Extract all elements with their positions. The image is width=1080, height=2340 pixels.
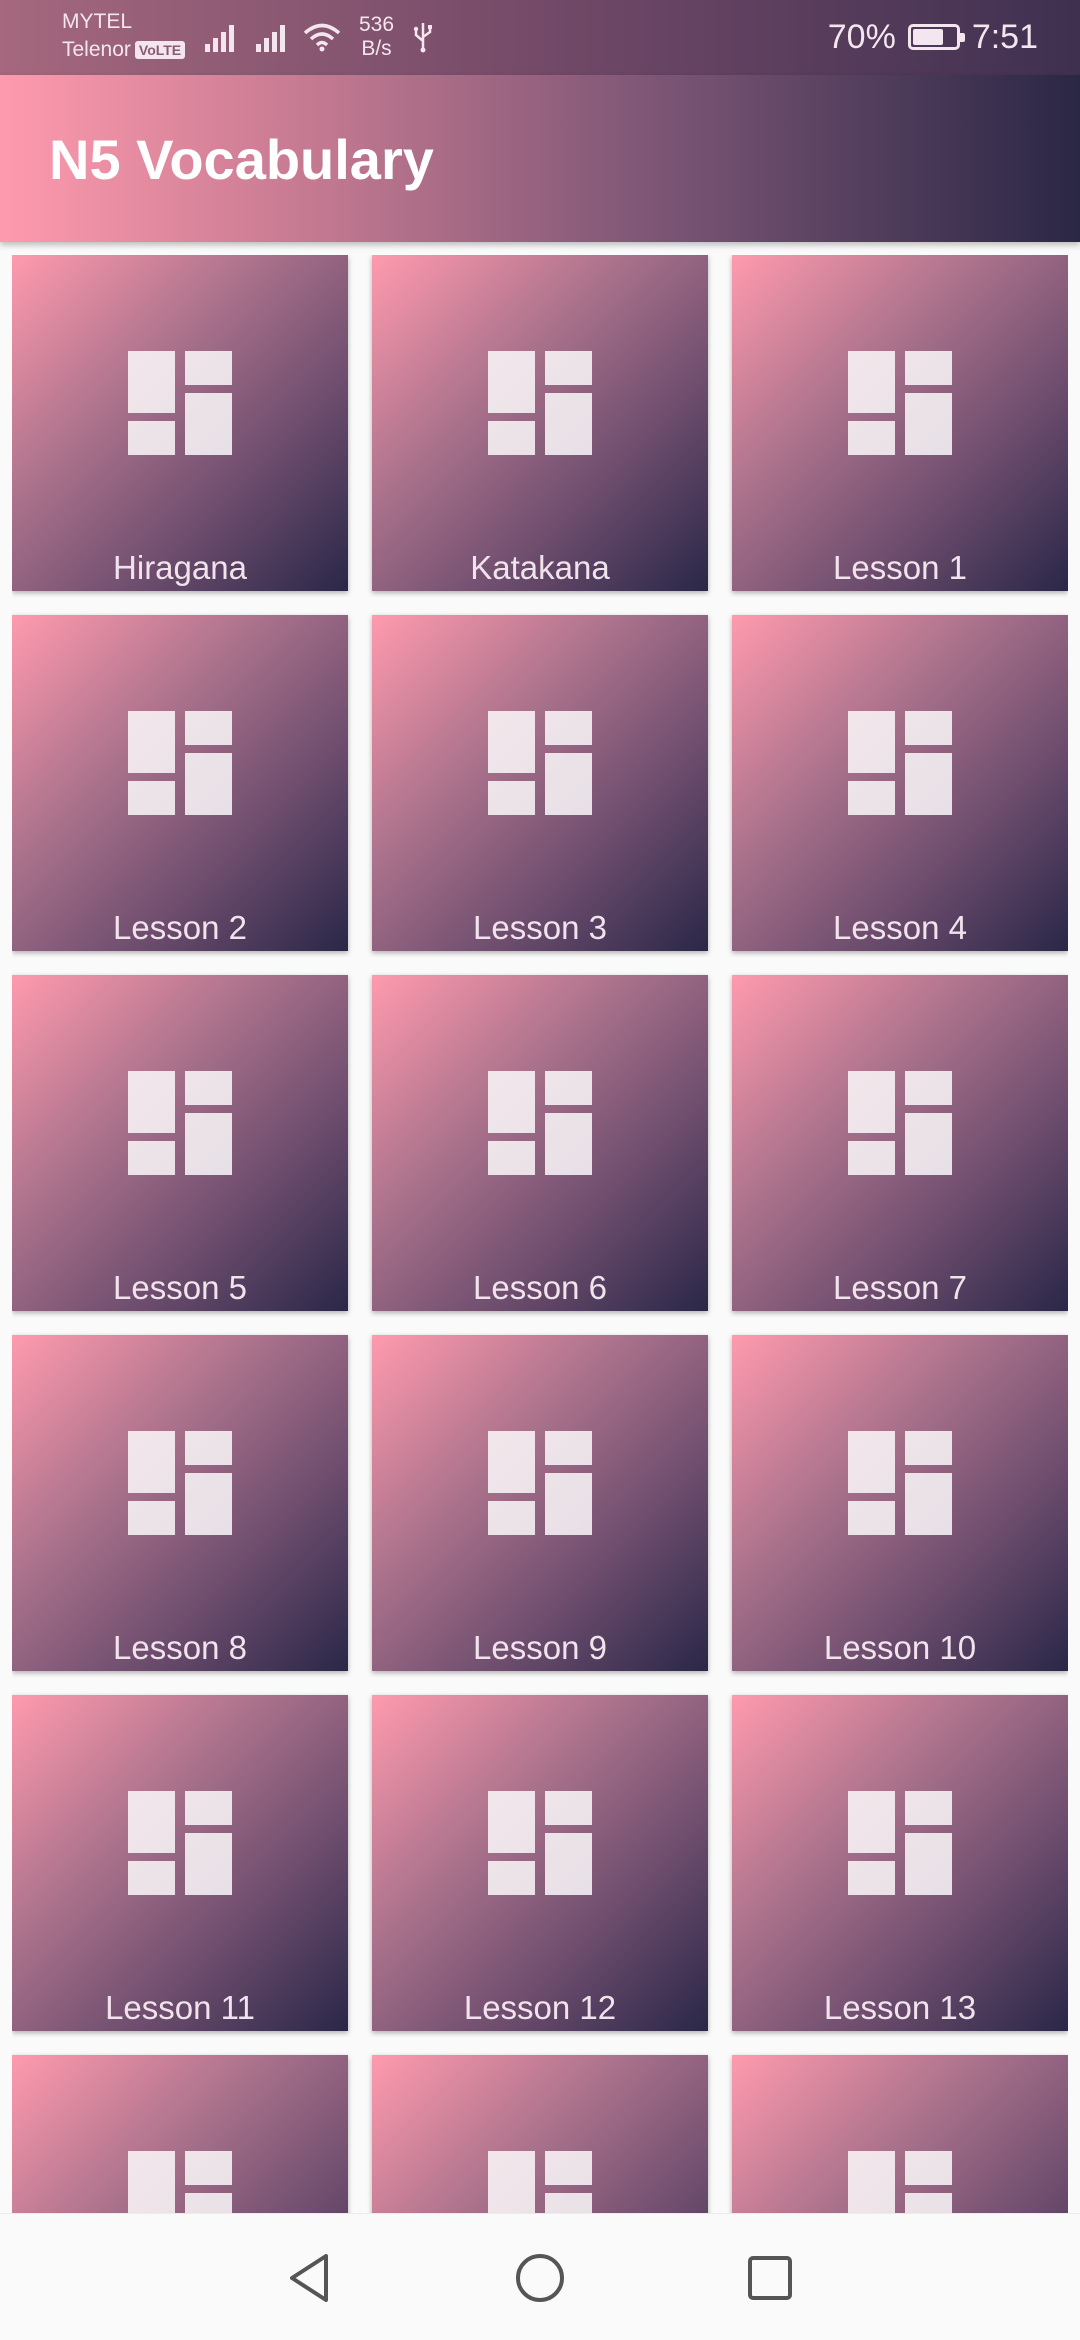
home-icon[interactable] xyxy=(512,2250,568,2306)
tile-lesson-9[interactable]: Lesson 9 xyxy=(372,1335,708,1671)
usb-icon xyxy=(413,23,433,53)
navigation-bar xyxy=(0,2213,1080,2340)
app-bar: N5 Vocabulary xyxy=(0,75,1080,242)
dashboard-icon xyxy=(848,1071,952,1175)
dashboard-icon xyxy=(128,1071,232,1175)
dashboard-icon xyxy=(488,711,592,815)
tile-label: Hiragana xyxy=(113,549,247,586)
network-speed-unit: B/s xyxy=(361,37,392,60)
dashboard-icon xyxy=(128,1431,232,1535)
tile-lesson-10[interactable]: Lesson 10 xyxy=(732,1335,1068,1671)
dashboard-icon xyxy=(848,1431,952,1535)
tile-label: Lesson 13 xyxy=(823,1989,977,2026)
tile-label: Lesson 7 xyxy=(833,1269,967,1306)
tile-partial[interactable] xyxy=(732,2055,1068,2213)
carrier-1: MYTEL xyxy=(62,10,133,33)
tile-label: Katakana xyxy=(470,549,610,586)
volte-badge: VoLTE xyxy=(134,41,186,60)
tile-lesson-4[interactable]: Lesson 4 xyxy=(732,615,1068,951)
tile-lesson-11[interactable]: Lesson 11 xyxy=(12,1695,348,2031)
dashboard-icon xyxy=(848,351,952,455)
carrier-2: Telenor xyxy=(62,38,131,61)
carrier-2-row: Telenor VoLTE xyxy=(62,36,186,64)
dashboard-icon xyxy=(488,1071,592,1175)
battery-percent: 70% xyxy=(827,17,896,56)
battery-charging-icon xyxy=(907,24,965,50)
lesson-grid: Hiragana Katakana Lesson 1 Lesson 2 Less… xyxy=(12,255,1068,2213)
signal-icon xyxy=(205,22,234,52)
dashboard-icon xyxy=(848,711,952,815)
clock: 7:51 xyxy=(971,17,1038,56)
tile-label: Lesson 11 xyxy=(105,1989,255,2026)
network-speed-value: 536 xyxy=(359,13,395,36)
tile-lesson-5[interactable]: Lesson 5 xyxy=(12,975,348,1311)
tile-label: Lesson 12 xyxy=(463,1989,617,2026)
tile-label: Lesson 5 xyxy=(113,1269,247,1306)
tile-lesson-7[interactable]: Lesson 7 xyxy=(732,975,1068,1311)
tile-label: Lesson 2 xyxy=(113,909,247,946)
tile-katakana[interactable]: Katakana xyxy=(372,255,708,591)
tile-label: Lesson 10 xyxy=(823,1629,977,1666)
tile-lesson-8[interactable]: Lesson 8 xyxy=(12,1335,348,1671)
tile-label: Lesson 4 xyxy=(833,909,967,946)
dashboard-icon xyxy=(128,711,232,815)
recents-icon[interactable] xyxy=(742,2250,798,2306)
tile-lesson-12[interactable]: Lesson 12 xyxy=(372,1695,708,2031)
tile-lesson-13[interactable]: Lesson 13 xyxy=(732,1695,1068,2031)
network-speed: 536 B/s xyxy=(359,13,394,61)
dashboard-icon xyxy=(488,1431,592,1535)
dashboard-icon xyxy=(128,2151,232,2213)
dashboard-icon xyxy=(848,2151,952,2213)
tile-lesson-6[interactable]: Lesson 6 xyxy=(372,975,708,1311)
tile-hiragana[interactable]: Hiragana xyxy=(12,255,348,591)
status-bar: MYTEL Telenor VoLTE 536 B/s 70% 7:51 xyxy=(0,0,1080,75)
dashboard-icon xyxy=(128,1791,232,1895)
tile-label: Lesson 8 xyxy=(113,1629,247,1666)
tile-label: Lesson 1 xyxy=(833,549,967,586)
tile-lesson-2[interactable]: Lesson 2 xyxy=(12,615,348,951)
tile-label: Lesson 3 xyxy=(473,909,607,946)
tile-partial[interactable] xyxy=(372,2055,708,2213)
dashboard-icon xyxy=(488,2151,592,2213)
status-icons: 536 B/s xyxy=(205,13,434,61)
tile-label: Lesson 9 xyxy=(473,1629,607,1666)
dashboard-icon xyxy=(848,1791,952,1895)
status-right: 70% 7:51 xyxy=(828,14,1038,60)
tile-lesson-3[interactable]: Lesson 3 xyxy=(372,615,708,951)
tile-partial[interactable] xyxy=(12,2055,348,2213)
tile-label: Lesson 6 xyxy=(473,1269,607,1306)
signal-icon xyxy=(256,22,285,52)
carrier-info: MYTEL Telenor VoLTE xyxy=(62,8,186,64)
dashboard-icon xyxy=(488,351,592,455)
back-icon[interactable] xyxy=(282,2250,338,2306)
dashboard-icon xyxy=(128,351,232,455)
wifi-icon xyxy=(303,23,341,52)
tile-lesson-1[interactable]: Lesson 1 xyxy=(732,255,1068,591)
page-title: N5 Vocabulary xyxy=(49,128,434,191)
dashboard-icon xyxy=(488,1791,592,1895)
